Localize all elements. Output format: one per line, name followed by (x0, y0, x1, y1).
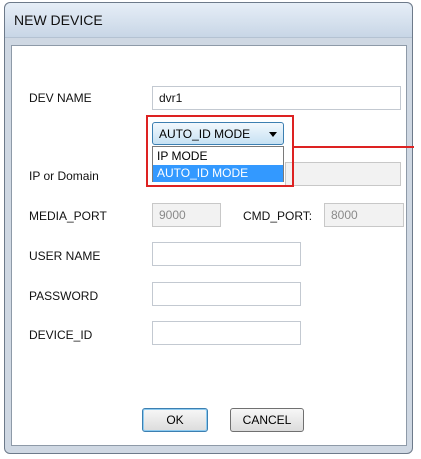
new-device-dialog: NEW DEVICE DEV NAME dvr1 AUTO_ID MODE IP… (4, 2, 414, 454)
cancel-button[interactable]: CANCEL (230, 408, 304, 432)
cmd-port-label: CMD_PORT: (243, 209, 313, 223)
annotation-callout-line (294, 146, 414, 148)
annotation-highlight-box (146, 115, 294, 187)
title-bar[interactable]: NEW DEVICE (5, 3, 412, 38)
password-label: PASSWORD (29, 289, 99, 303)
user-name-input[interactable] (152, 242, 301, 266)
ip-domain-input[interactable] (285, 162, 401, 186)
dev-name-label: DEV NAME (29, 91, 92, 105)
device-id-label: DEVICE_ID (29, 328, 93, 342)
cmd-port-input[interactable]: 8000 (324, 203, 404, 227)
dialog-title: NEW DEVICE (14, 12, 103, 28)
dialog-body: DEV NAME dvr1 AUTO_ID MODE IP MODE AUTO_… (11, 45, 414, 446)
ip-domain-label: IP or Domain (29, 169, 99, 183)
password-input[interactable] (152, 282, 301, 306)
ok-button[interactable]: OK (142, 408, 208, 432)
dev-name-input[interactable]: dvr1 (152, 86, 401, 110)
device-id-input[interactable] (152, 321, 301, 345)
media-port-label: MEDIA_PORT (29, 209, 107, 223)
media-port-input[interactable]: 9000 (152, 203, 221, 227)
user-name-label: USER NAME (29, 249, 101, 263)
